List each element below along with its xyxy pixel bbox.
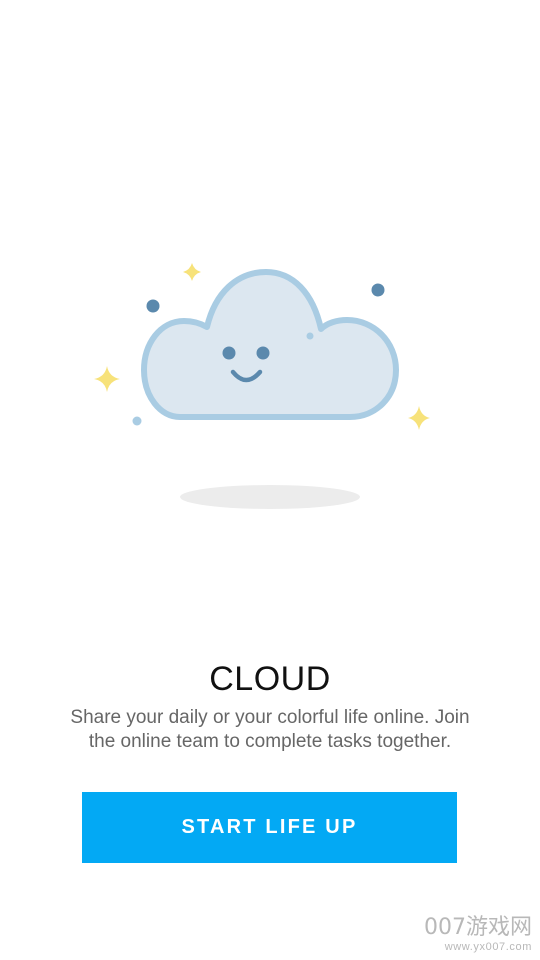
- cloud-left-eye: [222, 346, 236, 360]
- dot-icon: [371, 283, 385, 297]
- page-title: CLOUD: [209, 660, 331, 698]
- dot-icon: [146, 299, 160, 313]
- watermark-url: www.yx007.com: [444, 941, 532, 953]
- watermark-brand: 007游戏网: [424, 915, 532, 940]
- onboarding-screen: CLOUD Share your daily or your colorful …: [0, 0, 540, 960]
- dot-icon: [132, 416, 142, 426]
- sparkle-icon: [183, 263, 201, 281]
- cloud-shadow: [180, 485, 360, 509]
- sparkle-icon: [94, 366, 120, 392]
- dot-icon: [306, 332, 314, 340]
- cloud-icon: [141, 269, 399, 420]
- sparkle-icon: [408, 406, 430, 430]
- page-description: Share your daily or your colorful life o…: [70, 707, 470, 752]
- watermark: 007游戏网 www.yx007.com: [408, 916, 532, 954]
- cloud-illustration: [94, 263, 430, 509]
- cloud-right-eye: [256, 346, 270, 360]
- start-life-up-button[interactable]: START LIFE UP: [82, 792, 457, 863]
